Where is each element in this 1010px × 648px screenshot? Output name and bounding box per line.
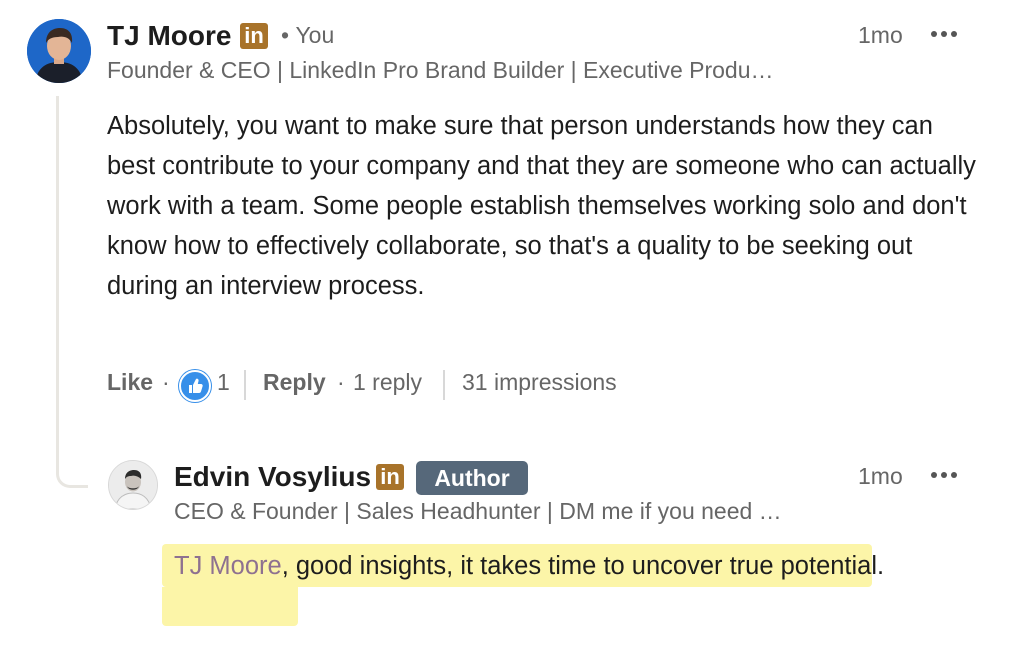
- like-count: 1: [217, 369, 230, 395]
- avatar[interactable]: [27, 19, 91, 83]
- comment-author-name[interactable]: TJ Moore: [107, 20, 231, 52]
- like-reaction-icon[interactable]: [179, 370, 211, 402]
- mention-link[interactable]: TJ Moore: [174, 552, 282, 580]
- dot-separator: ·: [337, 369, 345, 395]
- linkedin-premium-icon: in: [376, 464, 404, 490]
- avatar[interactable]: [108, 460, 158, 510]
- reply-button[interactable]: Reply: [263, 369, 326, 401]
- linkedin-premium-icon: in: [240, 23, 268, 49]
- reply-count[interactable]: 1 reply: [353, 369, 422, 401]
- profile-photo-icon: [109, 461, 157, 509]
- dot-separator: •: [281, 22, 296, 48]
- more-options-icon[interactable]: [930, 24, 960, 44]
- thread-connector: [56, 96, 88, 488]
- comment-timestamp: 1mo: [858, 22, 903, 48]
- reply-author-headline: CEO & Founder | Sales Headhunter | DM me…: [174, 498, 782, 524]
- divider: [244, 370, 246, 400]
- comment-author-headline: Founder & CEO | LinkedIn Pro Brand Build…: [107, 57, 774, 83]
- reply-timestamp: 1mo: [858, 463, 903, 489]
- reply-text: TJ Moore, good insights, it takes time t…: [174, 546, 894, 586]
- author-badge: Author: [416, 461, 528, 495]
- more-options-icon[interactable]: [930, 465, 960, 485]
- reply-text-body: , good insights, it takes time to uncove…: [281, 552, 885, 580]
- relation-label: • You: [281, 22, 334, 49]
- profile-photo-icon: [27, 19, 91, 83]
- like-button[interactable]: Like: [107, 369, 153, 401]
- reply-author-name[interactable]: Edvin Vosylius: [174, 461, 371, 493]
- dot-separator: ·: [162, 369, 170, 395]
- relation-text: You: [295, 22, 335, 48]
- highlight-background: [162, 587, 298, 626]
- divider: [443, 370, 445, 400]
- impressions-count[interactable]: 31 impressions: [462, 369, 617, 401]
- comment-text: Absolutely, you want to make sure that p…: [107, 112, 976, 300]
